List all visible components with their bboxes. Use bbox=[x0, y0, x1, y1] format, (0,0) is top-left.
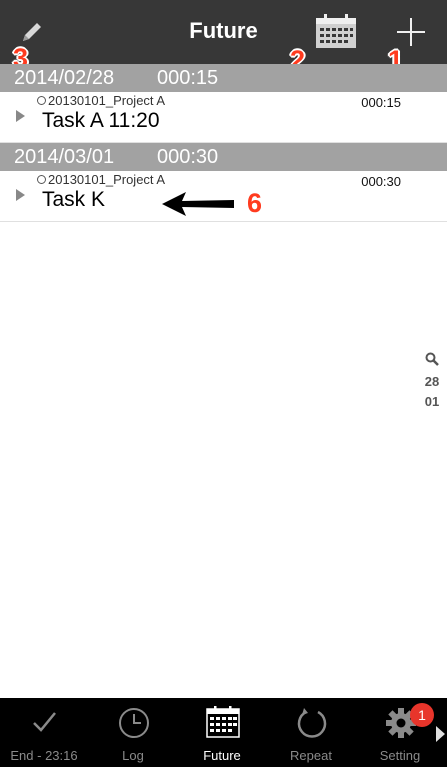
section-date: 2014/03/01 bbox=[14, 146, 115, 168]
tab-label: End - 23:16 bbox=[10, 748, 78, 763]
task-project: 20130101_Project A bbox=[48, 93, 166, 108]
section-header: 2014/03/01 000:30 bbox=[0, 143, 447, 171]
task-duration: 000:30 bbox=[361, 174, 401, 189]
tab-end[interactable]: End - 23:16 bbox=[0, 698, 88, 767]
clock-icon bbox=[119, 708, 149, 738]
side-index-item[interactable]: 01 bbox=[420, 392, 444, 412]
tab-bar: End - 23:16 Log Future Repeat Setting bbox=[0, 698, 447, 767]
setting-badge: 1 bbox=[410, 703, 434, 727]
tab-label: Setting bbox=[379, 748, 421, 763]
task-name: Task K bbox=[42, 188, 106, 211]
project-circle-icon bbox=[37, 175, 46, 184]
section-duration: 000:15 bbox=[157, 67, 219, 89]
page-title: Future bbox=[189, 18, 258, 43]
play-icon[interactable] bbox=[16, 189, 25, 201]
section-duration: 000:30 bbox=[157, 146, 219, 168]
search-icon[interactable] bbox=[420, 352, 444, 372]
tab-label: Repeat bbox=[290, 748, 332, 763]
side-index[interactable]: 28 01 bbox=[420, 352, 444, 412]
checkmark-icon bbox=[33, 712, 56, 732]
side-index-item[interactable]: 28 bbox=[420, 372, 444, 392]
section-header: 2014/02/28 000:15 bbox=[0, 64, 447, 92]
calendar-icon bbox=[206, 706, 240, 738]
top-nav-bar: Future bbox=[0, 0, 447, 64]
calendar-icon bbox=[316, 14, 356, 48]
task-project: 20130101_Project A bbox=[48, 172, 166, 187]
project-circle-icon bbox=[37, 96, 46, 105]
chevron-right-icon[interactable] bbox=[436, 726, 445, 742]
annotation-6: 6 bbox=[247, 188, 263, 218]
task-name: Task A 11:20 bbox=[42, 109, 160, 132]
calendar-button[interactable] bbox=[314, 14, 358, 50]
tab-future[interactable]: Future bbox=[178, 698, 266, 767]
annotation-arrow bbox=[162, 192, 234, 216]
tab-log[interactable]: Log bbox=[89, 698, 177, 767]
task-duration: 000:15 bbox=[361, 95, 401, 110]
tab-label: Log bbox=[122, 748, 144, 763]
play-icon[interactable] bbox=[16, 110, 25, 122]
repeat-icon bbox=[297, 708, 327, 738]
tab-repeat[interactable]: Repeat bbox=[267, 698, 355, 767]
tab-label: Future bbox=[203, 748, 241, 763]
task-row[interactable]: 20130101_Project A 000:15 Task A 11:20 bbox=[0, 92, 447, 143]
section-date: 2014/02/28 bbox=[14, 67, 115, 89]
